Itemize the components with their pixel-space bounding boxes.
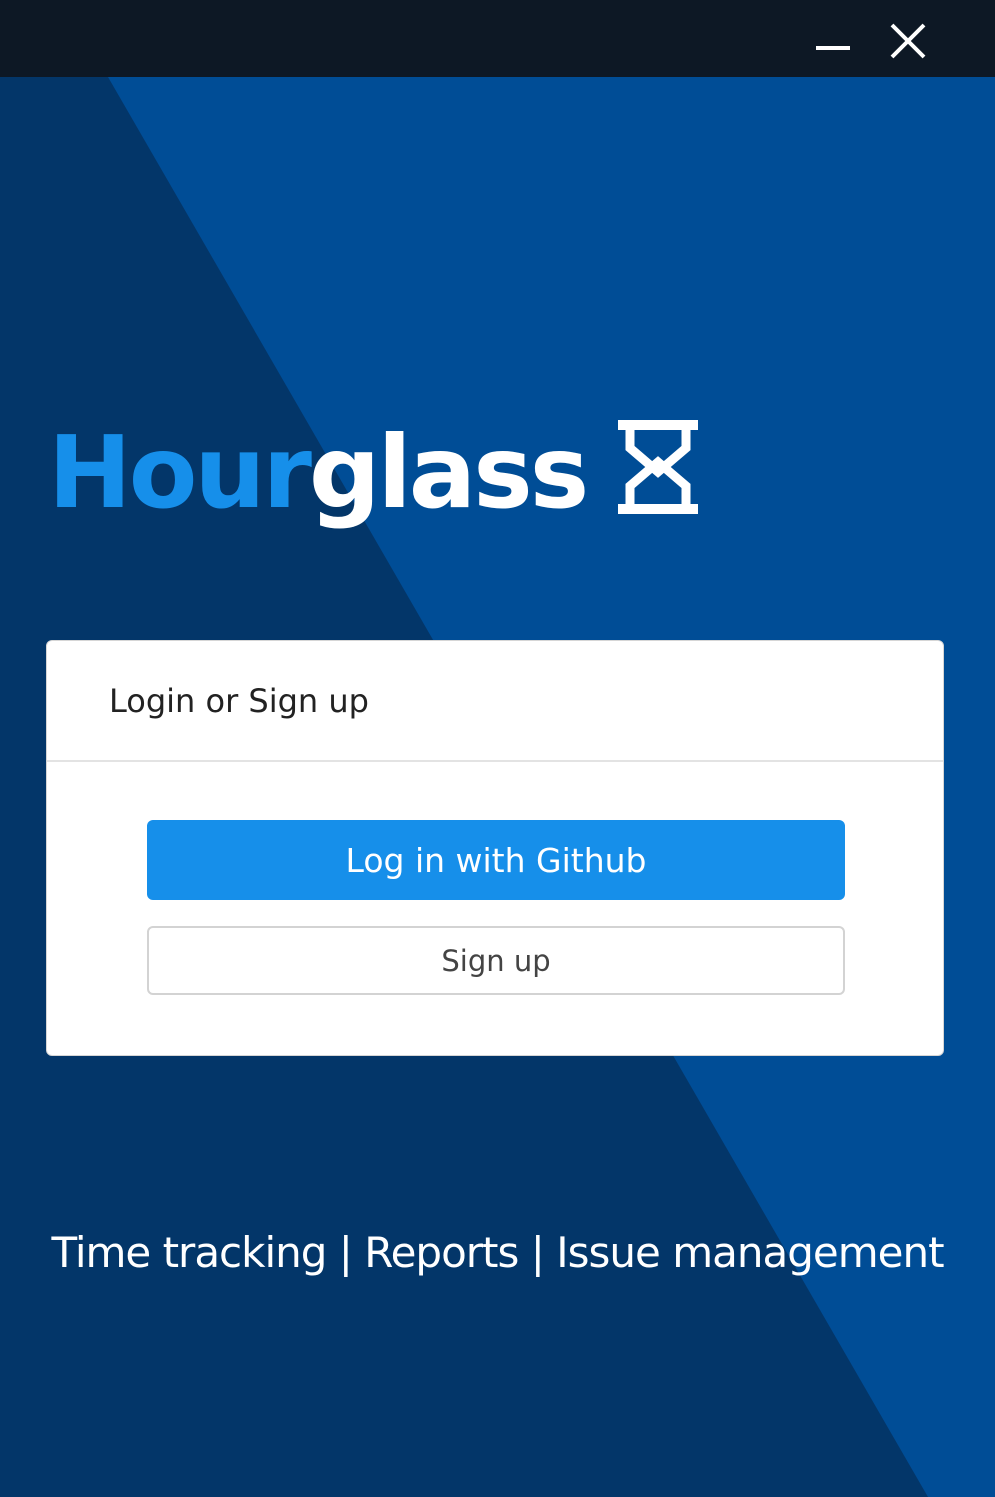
close-button[interactable] xyxy=(883,16,933,66)
minimize-icon xyxy=(816,46,850,50)
signup-button[interactable]: Sign up xyxy=(147,926,845,995)
logo-text-glass: glass xyxy=(308,414,589,531)
close-icon xyxy=(890,23,926,59)
card-title: Login or Sign up xyxy=(47,641,943,762)
login-card: Login or Sign up Log in with Github Sign… xyxy=(46,640,944,1056)
github-login-button[interactable]: Log in with Github xyxy=(147,820,845,900)
hourglass-icon xyxy=(618,420,699,514)
app-window: Hour glass Login or Sign up Log in with G… xyxy=(0,0,995,1497)
logo-text-hour: Hour xyxy=(48,414,312,531)
app-logo: Hour glass xyxy=(48,408,699,538)
feature-tagline: Time tracking | Reports | Issue manageme… xyxy=(51,1228,944,1277)
title-bar xyxy=(0,0,995,77)
minimize-button[interactable] xyxy=(808,16,858,66)
